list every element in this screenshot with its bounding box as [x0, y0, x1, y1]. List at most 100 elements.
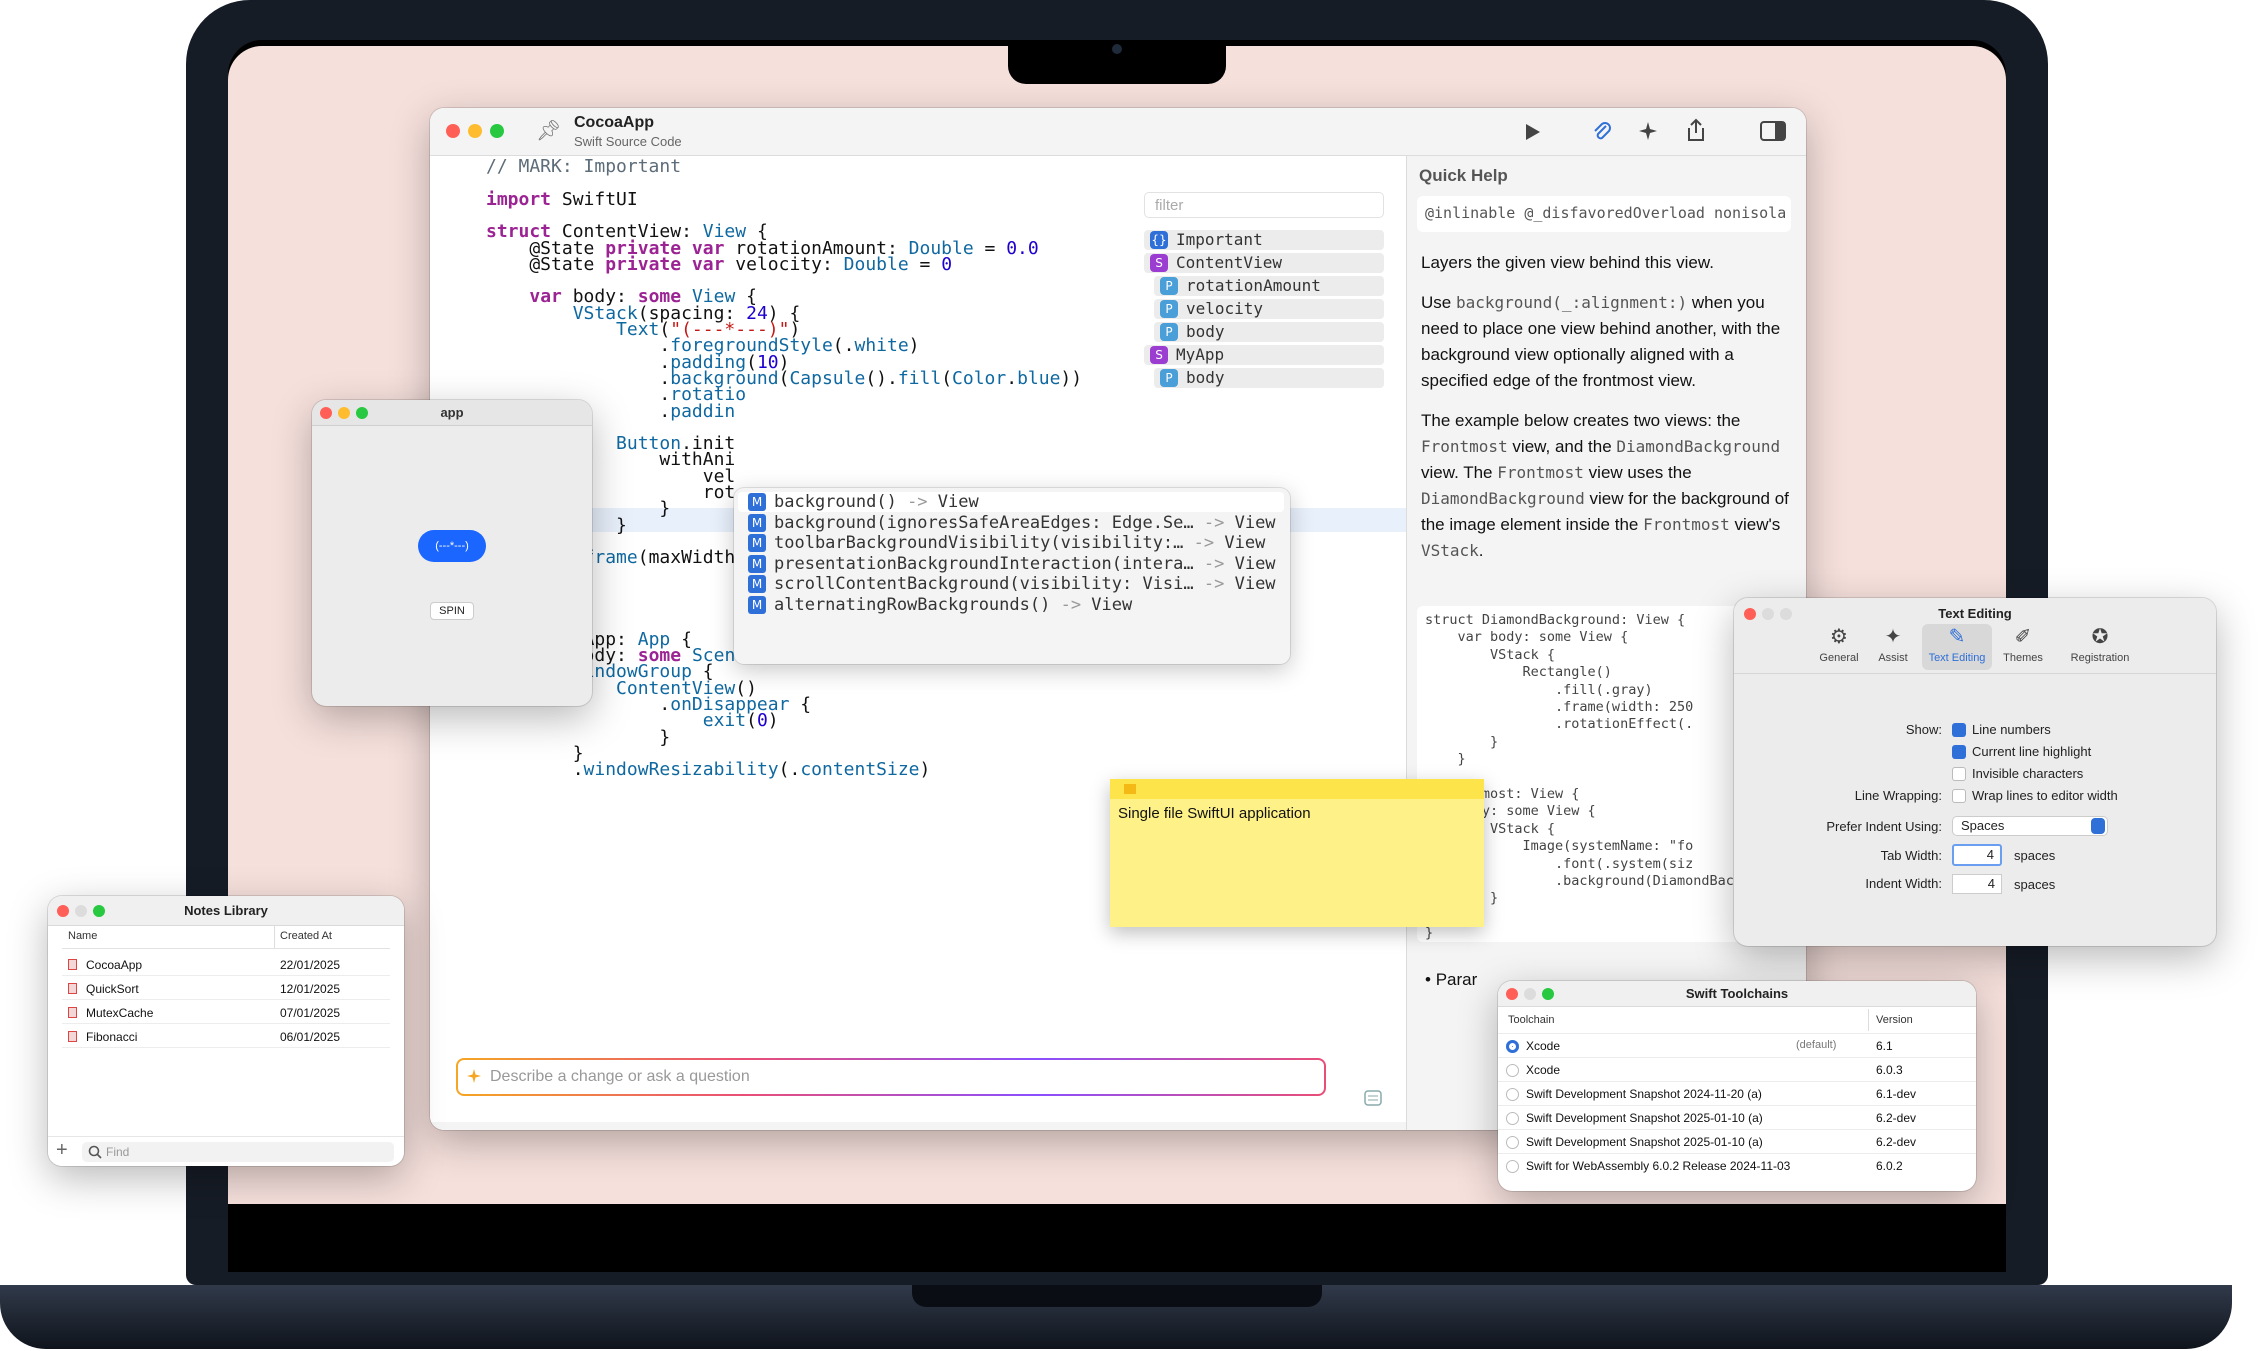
note-row[interactable]: MutexCache 07/01/2025 — [62, 1002, 390, 1024]
pin-icon[interactable]: 📌︎ — [536, 118, 561, 143]
sticky-note[interactable]: Single file SwiftUI application — [1110, 779, 1484, 927]
settings-tab[interactable]: ✐ Themes — [1996, 624, 2050, 670]
share-icon[interactable] — [1685, 118, 1707, 144]
note-date: 22/01/2025 — [280, 958, 341, 972]
column-header-toolchain[interactable]: Toolchain — [1508, 1014, 1554, 1026]
checkbox[interactable] — [1952, 745, 1966, 759]
outline-badge-icon: {} — [1150, 231, 1168, 249]
outline-item-label: Important — [1176, 230, 1263, 249]
code-line[interactable]: @State private var velocity: Double = 0 — [486, 254, 952, 275]
sticky-text[interactable]: Single file SwiftUI application — [1118, 805, 1311, 822]
outline-item[interactable]: Pbody — [1154, 368, 1384, 388]
code-sample-line: } — [1425, 733, 1499, 750]
search-icon — [88, 1145, 102, 1159]
spin-button[interactable]: SPIN — [430, 602, 474, 620]
settings-title: Text Editing — [1938, 606, 2012, 621]
toolchain-radio[interactable] — [1506, 1040, 1519, 1053]
outline-item[interactable]: Pbody — [1154, 322, 1384, 342]
column-header-name[interactable]: Name — [68, 930, 97, 942]
autocomplete-item[interactable]: MpresentationBackgroundInteraction(inter… — [738, 554, 1284, 574]
ai-sparkle-icon — [467, 1069, 481, 1083]
code-line[interactable]: .windowResizability(.contentSize) — [486, 759, 931, 780]
minimize-button[interactable] — [468, 124, 482, 138]
code-sample-line: .fill(.gray) — [1425, 681, 1653, 698]
indent-width-field[interactable]: 4 — [1952, 874, 2002, 894]
zoom-button[interactable] — [490, 124, 504, 138]
autocomplete-return-type: View — [1091, 594, 1133, 615]
sidebar-toggle-icon[interactable] — [1760, 120, 1786, 142]
autocomplete-item[interactable]: MtoolbarBackgroundVisibility(visibility:… — [738, 533, 1284, 553]
toolchain-row[interactable]: Swift Development Snapshot 2025-01-10 (a… — [1498, 1105, 1976, 1129]
ai-prompt-field[interactable]: Describe a change or ask a question — [456, 1058, 1326, 1096]
checkbox[interactable] — [1952, 767, 1966, 781]
toolchains-title: Swift Toolchains — [1685, 986, 1789, 1001]
outline-item[interactable]: S MyApp — [1144, 345, 1384, 365]
default-tag: (default) — [1796, 1039, 1837, 1051]
editor-footer — [430, 1122, 1406, 1130]
autocomplete-return-type: View — [1224, 533, 1266, 553]
sparkles-icon[interactable] — [1638, 120, 1660, 144]
code-sample-line: VStack { — [1425, 646, 1556, 663]
toolchain-radio[interactable] — [1506, 1136, 1519, 1149]
autocomplete-popup: Mbackground() -> View Mbackground(ignores… — [734, 488, 1290, 664]
note-name: Fibonacci — [86, 1030, 138, 1044]
settings-tab[interactable]: ⚙ General — [1812, 624, 1866, 670]
autocomplete-item[interactable]: Mbackground() -> View — [738, 492, 1284, 512]
toolchain-radio[interactable] — [1506, 1160, 1519, 1173]
document-title: CocoaApp — [574, 114, 654, 131]
outline-filter-field[interactable]: filter — [1144, 192, 1384, 218]
close-button[interactable] — [446, 124, 460, 138]
code-line[interactable]: import SwiftUI — [486, 189, 638, 210]
settings-tab[interactable]: ✦ Assist — [1866, 624, 1920, 670]
tab-width-field[interactable]: 4 — [1952, 844, 2002, 866]
sticky-close-icon[interactable] — [1124, 784, 1136, 794]
notes-find-field[interactable]: Find — [82, 1142, 394, 1162]
toolchain-radio[interactable] — [1506, 1112, 1519, 1125]
notes-titlebar: Notes Library — [48, 896, 404, 926]
toolchain-row[interactable]: Swift for WebAssembly 6.0.2 Release 2024… — [1498, 1153, 1976, 1177]
method-icon: M — [748, 493, 766, 511]
autocomplete-label: toolbarBackgroundVisibility(visibility:… — [774, 533, 1184, 553]
column-header-version[interactable]: Version — [1876, 1014, 1913, 1026]
autocomplete-item[interactable]: MalternatingRowBackgrounds() -> View — [738, 595, 1284, 615]
note-date: 12/01/2025 — [280, 982, 341, 996]
settings-tab[interactable]: ✎ Text Editing — [1922, 624, 1992, 670]
toolchain-row[interactable]: Xcode (default) 6.1 — [1498, 1033, 1976, 1057]
toolchain-row[interactable]: Swift Development Snapshot 2025-01-10 (a… — [1498, 1129, 1976, 1153]
checkbox[interactable] — [1952, 723, 1966, 737]
attachment-icon[interactable] — [1590, 120, 1612, 144]
outline-item[interactable]: ProtationAmount — [1154, 276, 1384, 296]
note-row[interactable]: CocoaApp 22/01/2025 — [62, 954, 390, 976]
outline-item[interactable]: S ContentView — [1144, 253, 1384, 273]
autocomplete-item[interactable]: Mbackground(ignoresSafeAreaEdges: Edge.S… — [738, 513, 1284, 533]
wrap-checkbox[interactable] — [1952, 789, 1966, 803]
indent-using-select[interactable]: Spaces — [1952, 816, 2108, 836]
outline-list: {} Important S ContentView ProtationAmount Pv… — [1144, 230, 1384, 470]
column-header-created[interactable]: Created At — [280, 930, 332, 942]
note-row[interactable]: Fibonacci 06/01/2025 — [62, 1026, 390, 1048]
note-row[interactable]: QuickSort 12/01/2025 — [62, 978, 390, 1000]
toolchains-titlebar: Swift Toolchains — [1498, 981, 1976, 1007]
swift-file-icon — [68, 1007, 77, 1018]
toolchain-row[interactable]: Xcode 6.0.3 — [1498, 1057, 1976, 1081]
outline-item-label: MyApp — [1176, 345, 1225, 364]
outline-item[interactable]: {} Important — [1144, 230, 1384, 250]
toolchain-row[interactable]: Swift Development Snapshot 2024-11-20 (a… — [1498, 1081, 1976, 1105]
outline-item[interactable]: Pvelocity — [1154, 299, 1384, 319]
parameters-label: Parar — [1435, 970, 1478, 989]
note-date: 07/01/2025 — [280, 1006, 341, 1020]
toolchain-radio[interactable] — [1506, 1088, 1519, 1101]
code-sample-line: Rectangle() — [1425, 664, 1612, 681]
inspector-icon[interactable] — [1364, 1090, 1382, 1106]
code-line[interactable]: // MARK: Important — [486, 156, 681, 177]
method-icon: M — [748, 575, 766, 593]
run-icon[interactable] — [1522, 122, 1542, 142]
autocomplete-item[interactable]: MscrollContentBackground(visibility: Vis… — [738, 574, 1284, 594]
settings-tab[interactable]: ✪ Registration — [2060, 624, 2140, 670]
notes-window-title: Notes Library — [184, 903, 268, 918]
parameters-bullet: • Parar — [1425, 970, 1478, 989]
sticky-titlebar — [1110, 779, 1484, 799]
toolchain-radio[interactable] — [1506, 1064, 1519, 1077]
tab-width-unit: spaces — [2014, 848, 2056, 863]
add-note-icon[interactable]: + — [56, 1139, 68, 1162]
